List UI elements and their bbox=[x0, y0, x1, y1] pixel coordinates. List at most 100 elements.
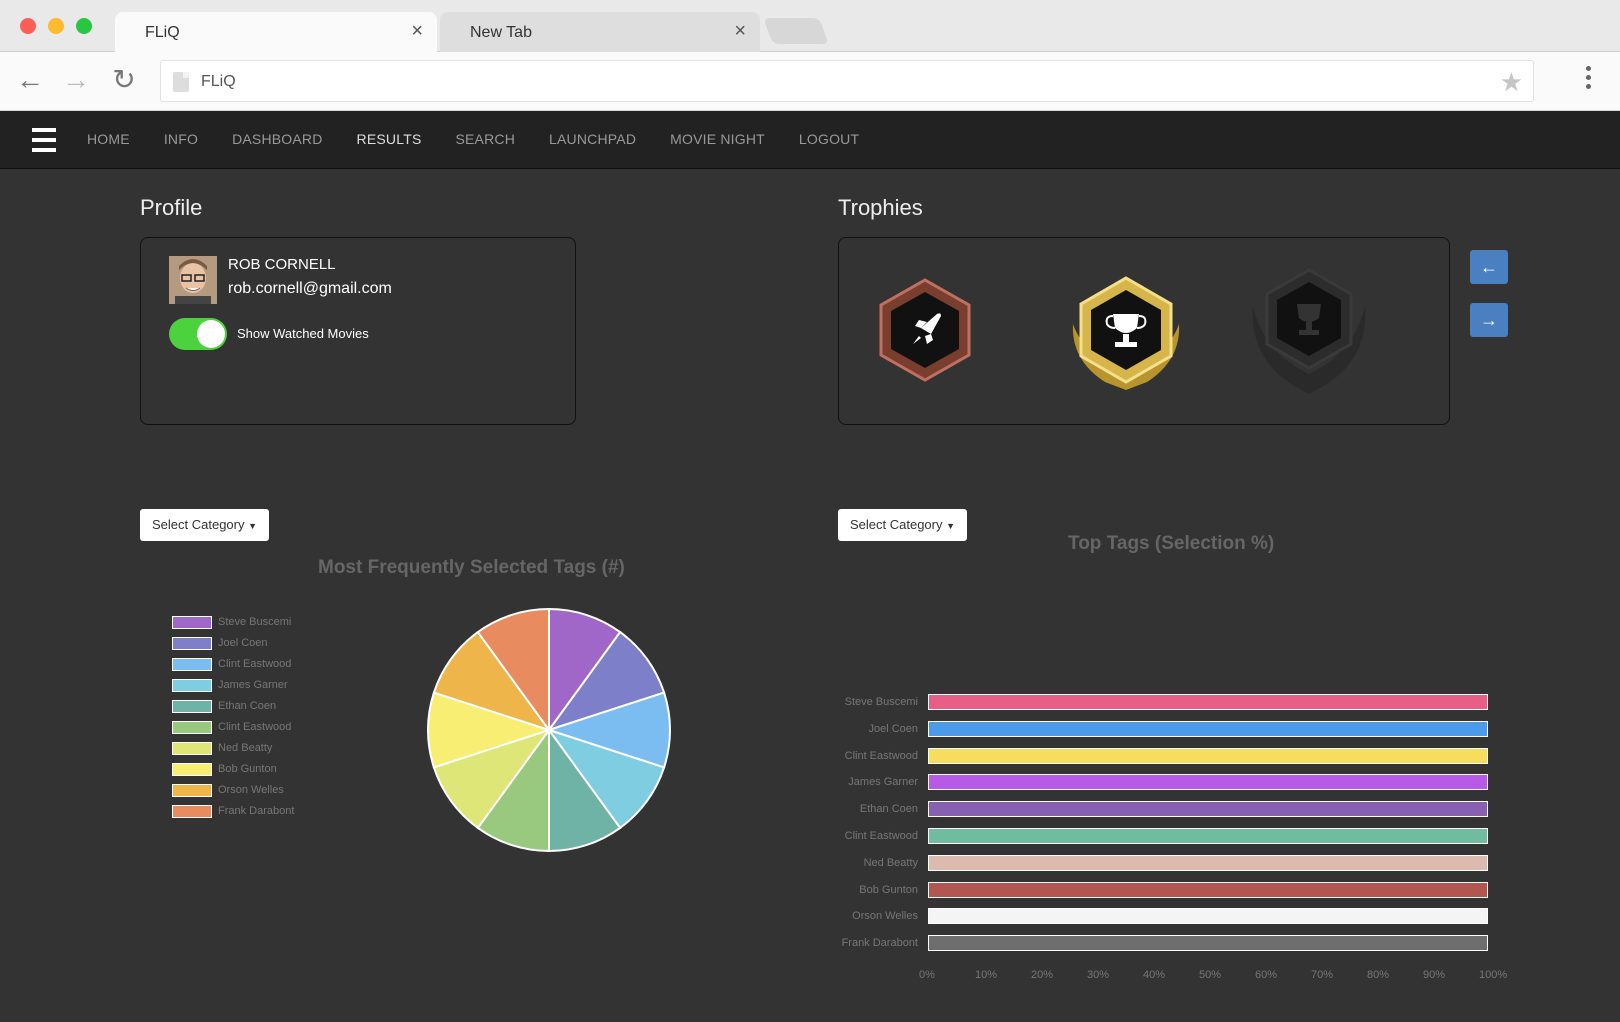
nav-item-dashboard[interactable]: DASHBOARD bbox=[232, 131, 322, 147]
legend-swatch bbox=[172, 763, 212, 776]
bar[interactable] bbox=[928, 828, 1488, 844]
bar[interactable] bbox=[928, 694, 1488, 710]
nav-item-results[interactable]: RESULTS bbox=[357, 131, 422, 147]
x-tick-label: 50% bbox=[1199, 969, 1222, 981]
toggle-knob bbox=[197, 320, 225, 348]
x-tick-label: 40% bbox=[1143, 969, 1166, 981]
bar-category-label: Joel Coen bbox=[868, 722, 918, 735]
minimize-window-button[interactable] bbox=[48, 18, 64, 34]
bar[interactable] bbox=[928, 935, 1488, 952]
legend-label: Joel Coen bbox=[218, 637, 268, 649]
maximize-window-button[interactable] bbox=[76, 18, 92, 34]
bar-chart-title: Top Tags (Selection %) bbox=[1068, 533, 1275, 554]
address-bar[interactable]: FLiQ ★ bbox=[160, 60, 1534, 102]
trophies-prev-button[interactable]: ← bbox=[1470, 250, 1508, 284]
legend-swatch bbox=[172, 658, 212, 671]
legend-swatch bbox=[172, 616, 212, 629]
bar-category-label: James Garner bbox=[848, 776, 918, 789]
x-tick-label: 90% bbox=[1423, 969, 1446, 981]
show-watched-movies-toggle[interactable] bbox=[169, 318, 227, 350]
x-tick-label: 20% bbox=[1031, 969, 1054, 981]
gold-trophy-badge bbox=[1065, 274, 1187, 397]
browser-tab-strip: FLiQ × New Tab × bbox=[0, 0, 1620, 52]
browser-menu-icon[interactable] bbox=[1586, 66, 1592, 93]
bar-category-label: Orson Welles bbox=[852, 910, 918, 923]
new-tab-button[interactable] bbox=[763, 18, 829, 44]
pie-chart bbox=[427, 607, 671, 853]
legend-swatch bbox=[172, 784, 212, 797]
trophies-heading: Trophies bbox=[838, 195, 923, 220]
trophy-icon bbox=[1072, 276, 1180, 390]
legend-label: Clint Eastwood bbox=[218, 721, 292, 733]
app-body: HOME INFO DASHBOARD RESULTS SEARCH LAUNCHPAD M… bbox=[0, 111, 1620, 1022]
rocket-trophy-badge bbox=[875, 278, 975, 387]
nav-item-home[interactable]: HOME bbox=[87, 131, 130, 147]
toggle-label: Show Watched Movies bbox=[237, 326, 369, 341]
dropdown-label: Select Category bbox=[850, 517, 943, 532]
user-name: ROB CORNELL bbox=[228, 256, 336, 273]
bookmark-star-icon[interactable]: ★ bbox=[1500, 67, 1523, 98]
hamburger-menu-icon[interactable] bbox=[32, 128, 56, 152]
reload-icon[interactable]: ↻ bbox=[108, 64, 140, 96]
legend-swatch bbox=[172, 637, 212, 650]
select-category-right-dropdown[interactable]: Select Category ▼ bbox=[838, 509, 968, 541]
profile-heading: Profile bbox=[140, 195, 203, 220]
trophy-icon bbox=[1252, 268, 1366, 394]
nav-item-search[interactable]: SEARCH bbox=[455, 131, 515, 147]
bar[interactable] bbox=[928, 908, 1488, 925]
x-tick-label: 80% bbox=[1367, 969, 1390, 981]
trophies-panel bbox=[838, 237, 1450, 425]
tab-close-icon[interactable]: × bbox=[411, 20, 423, 43]
legend-label: Steve Buscemi bbox=[218, 616, 292, 628]
nav-item-info[interactable]: INFO bbox=[164, 131, 198, 147]
legend-label: Ned Beatty bbox=[218, 742, 273, 754]
nav-item-logout[interactable]: LOGOUT bbox=[799, 131, 859, 147]
legend-label: Clint Eastwood bbox=[218, 658, 292, 670]
nav-links: HOME INFO DASHBOARD RESULTS SEARCH LAUNCHPAD M… bbox=[87, 131, 893, 147]
browser-tab-new-tab[interactable]: New Tab × bbox=[440, 12, 760, 52]
url-text: FLiQ bbox=[201, 73, 236, 90]
legend-swatch bbox=[172, 721, 212, 734]
legend-swatch bbox=[172, 805, 212, 818]
close-window-button[interactable] bbox=[20, 18, 36, 34]
bar[interactable] bbox=[928, 801, 1488, 818]
user-email: rob.cornell@gmail.com bbox=[228, 280, 392, 297]
forward-arrow-icon[interactable]: → bbox=[60, 64, 92, 96]
bar[interactable] bbox=[928, 774, 1488, 791]
back-arrow-icon[interactable]: ← bbox=[14, 64, 46, 96]
profile-panel: ROB CORNELL rob.cornell@gmail.com Show W… bbox=[140, 237, 576, 425]
bar-category-label: Frank Darabont bbox=[841, 937, 918, 950]
legend-label: Frank Darabont bbox=[218, 805, 295, 817]
bar-category-label: Bob Gunton bbox=[859, 883, 918, 896]
legend-swatch bbox=[172, 700, 212, 713]
bar[interactable] bbox=[928, 854, 1488, 871]
nav-item-launchpad[interactable]: LAUNCHPAD bbox=[549, 131, 636, 147]
pie-chart-title: Most Frequently Selected Tags (#) bbox=[318, 557, 625, 578]
top-navbar: HOME INFO DASHBOARD RESULTS SEARCH LAUNCHPAD M… bbox=[0, 111, 1620, 169]
x-tick-label: 30% bbox=[1087, 969, 1110, 981]
caret-down-icon: ▼ bbox=[248, 521, 258, 531]
avatar bbox=[169, 256, 217, 304]
bar[interactable] bbox=[928, 720, 1488, 737]
x-tick-label: 70% bbox=[1311, 969, 1334, 981]
select-category-left-dropdown[interactable]: Select Category ▼ bbox=[140, 509, 270, 541]
rocket-icon bbox=[879, 278, 971, 382]
page-icon bbox=[173, 72, 189, 92]
caret-down-icon: ▼ bbox=[946, 521, 956, 531]
bar-category-label: Steve Buscemi bbox=[844, 696, 918, 708]
legend-label: Bob Gunton bbox=[218, 763, 277, 775]
tab-title: FLiQ bbox=[145, 24, 180, 41]
bar-category-label: Ned Beatty bbox=[863, 856, 918, 869]
browser-toolbar: ← → ↻ FLiQ ★ bbox=[0, 52, 1620, 111]
legend-label: Orson Welles bbox=[218, 784, 284, 796]
browser-tab-fliq[interactable]: FLiQ × bbox=[115, 12, 437, 52]
nav-item-movie-night[interactable]: MOVIE NIGHT bbox=[670, 131, 765, 147]
bar[interactable] bbox=[928, 881, 1488, 898]
bar-category-label: Clint Eastwood bbox=[844, 830, 918, 842]
bar[interactable] bbox=[928, 747, 1488, 764]
x-tick-label: 100% bbox=[1479, 969, 1508, 981]
legend-swatch bbox=[172, 742, 212, 755]
tab-close-icon[interactable]: × bbox=[734, 20, 746, 43]
trophies-next-button[interactable]: → bbox=[1470, 303, 1508, 337]
x-tick-label: 0% bbox=[919, 969, 935, 981]
